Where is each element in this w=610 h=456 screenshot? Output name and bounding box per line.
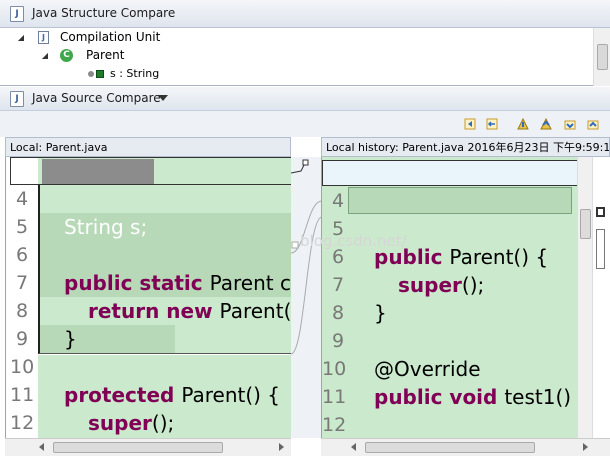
structure-compare-header: J Java Structure Compare bbox=[0, 0, 610, 28]
diff-overview-ruler[interactable] bbox=[592, 157, 610, 438]
next-difference-button[interactable] bbox=[515, 116, 531, 132]
previous-change-button[interactable] bbox=[585, 116, 601, 132]
code-line: 8 } bbox=[6, 269, 291, 351]
left-pane-horizontal-scrollbar[interactable] bbox=[5, 438, 291, 456]
next-change-icon bbox=[564, 120, 576, 130]
code-line: 9 bbox=[6, 297, 291, 350]
tree-item-label: Compilation Unit bbox=[60, 30, 161, 44]
watermark-text: blog.csdn.net/ bbox=[300, 232, 407, 250]
code-line: 13 bbox=[6, 409, 291, 437]
scrollbar-thumb[interactable] bbox=[365, 442, 535, 453]
scroll-left-arrow-icon[interactable] bbox=[351, 443, 356, 451]
structure-tree-scrollbar[interactable] bbox=[593, 28, 610, 86]
structure-tree: ◢ J Compilation Unit ◢ C Parent s : Stri… bbox=[0, 28, 610, 86]
code-line: 6 public static Parent cr bbox=[6, 213, 291, 295]
source-compare-header: J Java Source Compare bbox=[0, 87, 610, 111]
code-line: 13 bbox=[322, 411, 577, 438]
next-difference-icon bbox=[517, 118, 529, 130]
view-menu-dropdown-icon[interactable] bbox=[158, 95, 168, 101]
right-pane-label: Local history: Parent.java 2016年6月23日 下午… bbox=[321, 137, 610, 157]
overview-marker[interactable] bbox=[596, 207, 605, 217]
code-line: 9 @Override bbox=[322, 299, 577, 381]
code-line: 5 public Parent() { bbox=[322, 187, 577, 269]
compare-toolbar bbox=[0, 111, 610, 137]
structure-compare-title: Java Structure Compare bbox=[32, 6, 176, 20]
java-file-icon: J bbox=[10, 91, 24, 107]
code-line: 10 protected Parent() { bbox=[6, 325, 291, 407]
scrollbar-thumb[interactable] bbox=[580, 209, 591, 239]
java-file-icon: J bbox=[10, 6, 24, 22]
diff-connector-lines bbox=[290, 159, 323, 355]
right-pane-horizontal-scrollbar[interactable] bbox=[321, 438, 610, 456]
code-line: 11 bbox=[322, 355, 577, 408]
tree-item-label: s : String bbox=[110, 67, 160, 80]
compilation-unit-icon: J bbox=[38, 31, 49, 44]
tree-item-compilation-unit[interactable]: ◢ J Compilation Unit bbox=[0, 29, 580, 46]
code-line: 7 return new Parent() bbox=[6, 241, 291, 323]
scroll-right-arrow-icon[interactable] bbox=[583, 443, 588, 451]
field-icon bbox=[96, 70, 104, 78]
scroll-left-arrow-icon[interactable] bbox=[39, 443, 44, 451]
scroll-right-arrow-icon[interactable] bbox=[279, 443, 284, 451]
previous-difference-button[interactable] bbox=[538, 116, 554, 132]
tree-item-label: Parent bbox=[86, 48, 125, 62]
code-line: 12 } bbox=[6, 381, 291, 434]
copy-left-icon bbox=[486, 118, 498, 130]
left-pane-label: Local: Parent.java bbox=[5, 137, 291, 157]
right-pane-vertical-scrollbar[interactable] bbox=[577, 157, 592, 438]
overview-marker[interactable] bbox=[596, 229, 605, 269]
tree-item-field-s[interactable]: s : String bbox=[0, 65, 580, 82]
code-line: 4 bbox=[322, 159, 577, 212]
copy-change-from-right-button[interactable] bbox=[484, 116, 500, 132]
expanded-twisty-icon[interactable]: ◢ bbox=[40, 47, 50, 64]
expanded-twisty-icon[interactable]: ◢ bbox=[16, 29, 26, 46]
code-line: 10 public void test1() { bbox=[322, 327, 577, 409]
copy-all-left-icon bbox=[464, 118, 476, 130]
previous-change-icon bbox=[587, 120, 599, 130]
scrollbar-thumb[interactable] bbox=[53, 442, 223, 453]
code-line: 12 } bbox=[322, 383, 577, 436]
code-line: 11 super(); bbox=[6, 353, 291, 435]
code-line: 5 bbox=[6, 185, 291, 238]
right-code-pane[interactable]: 4 5 public Parent() { 6 super(); 7 } 8 9… bbox=[321, 157, 577, 438]
class-icon: C bbox=[60, 49, 73, 62]
scrollbar-thumb[interactable] bbox=[597, 44, 608, 70]
source-compare-title: Java Source Compare bbox=[32, 91, 161, 105]
code-line: 8 bbox=[322, 271, 577, 324]
next-change-button[interactable] bbox=[562, 116, 578, 132]
previous-difference-icon bbox=[540, 118, 552, 130]
diff-connector-lane bbox=[290, 157, 323, 438]
left-code-pane[interactable]: 4 String s; 5 6 public static Parent cr … bbox=[5, 157, 291, 438]
code-line: 4 String s; bbox=[6, 157, 291, 239]
copy-all-from-right-button[interactable] bbox=[462, 116, 478, 132]
default-visibility-icon bbox=[88, 71, 94, 77]
tree-item-parent[interactable]: ◢ C Parent bbox=[0, 47, 580, 64]
